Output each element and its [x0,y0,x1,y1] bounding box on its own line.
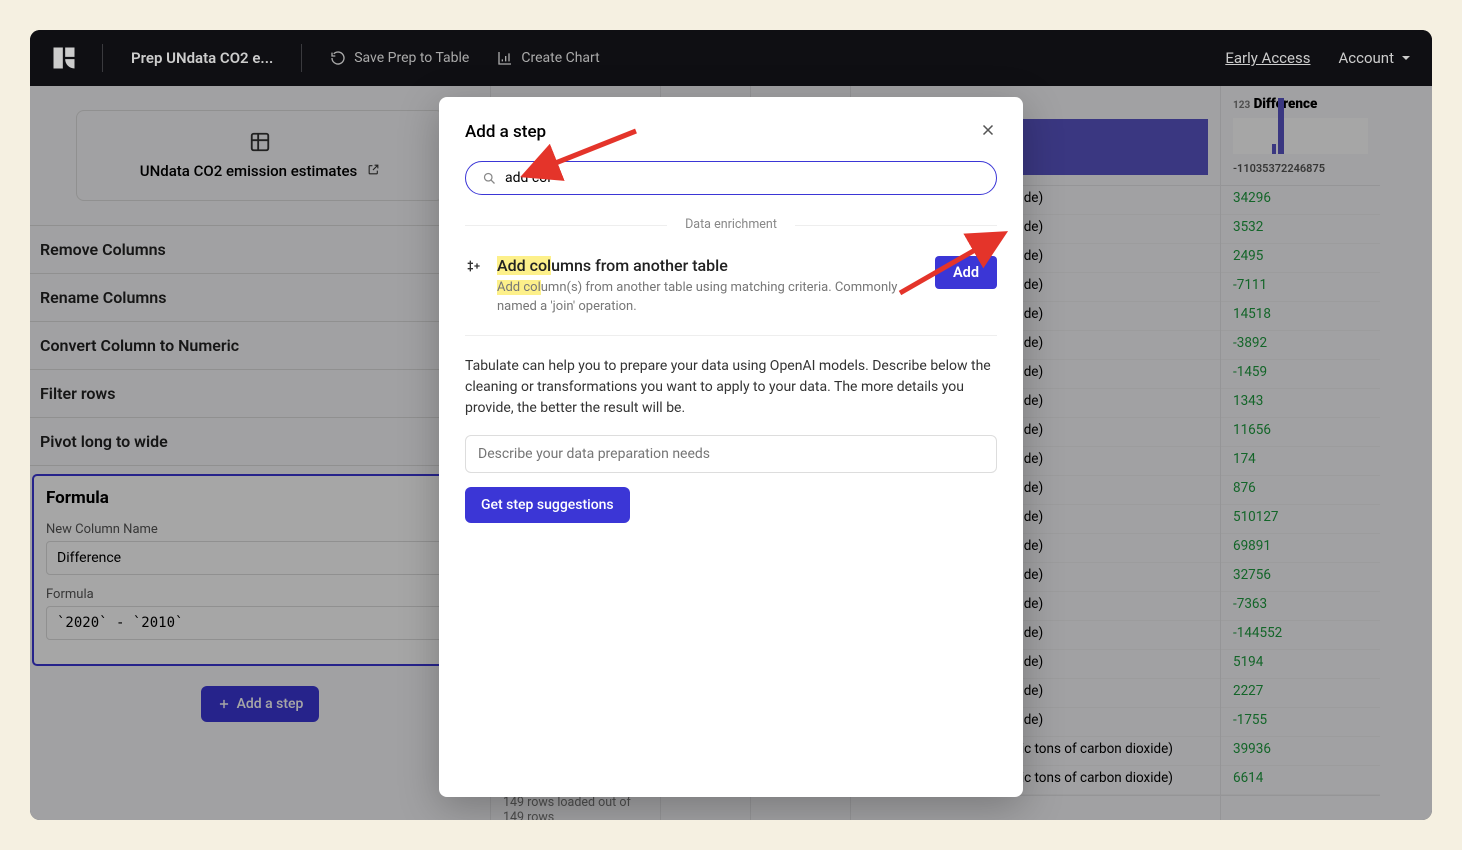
close-icon [979,121,997,139]
search-result: Add columns from another table Add colum… [465,246,997,336]
create-chart-label: Create Chart [521,50,599,66]
add-result-button[interactable]: Add [935,256,997,289]
section-label: Data enrichment [465,213,997,236]
early-access-link[interactable]: Early Access [1225,49,1310,67]
account-label: Account [1338,49,1394,67]
modal-title: Add a step [465,122,546,142]
get-suggestions-button[interactable]: Get step suggestions [465,487,630,523]
modal-close-button[interactable] [979,121,997,143]
ai-description-input[interactable] [465,435,997,473]
result-description: Add column(s) from another table using m… [497,279,921,317]
save-prep-label: Save Prep to Table [354,50,469,66]
app-logo[interactable] [50,44,78,72]
search-input[interactable] [505,170,980,186]
chevron-down-icon [1400,52,1412,64]
header-divider [301,44,302,72]
header-divider [102,44,103,72]
header-bar: Prep UNdata CO2 e... Save Prep to Table … [30,30,1432,86]
ai-help-text: Tabulate can help you to prepare your da… [465,356,997,419]
add-step-modal: Add a step Data enrichment Add columns f… [439,97,1023,797]
search-box[interactable] [465,161,997,195]
app-window: Prep UNdata CO2 e... Save Prep to Table … [30,30,1432,820]
save-prep-button[interactable]: Save Prep to Table [330,50,469,66]
account-menu[interactable]: Account [1338,49,1412,67]
search-icon [482,171,497,186]
result-title: Add columns from another table [497,256,921,275]
join-icon [465,256,483,317]
create-chart-button[interactable]: Create Chart [497,50,599,66]
page-title: Prep UNdata CO2 e... [131,49,273,67]
